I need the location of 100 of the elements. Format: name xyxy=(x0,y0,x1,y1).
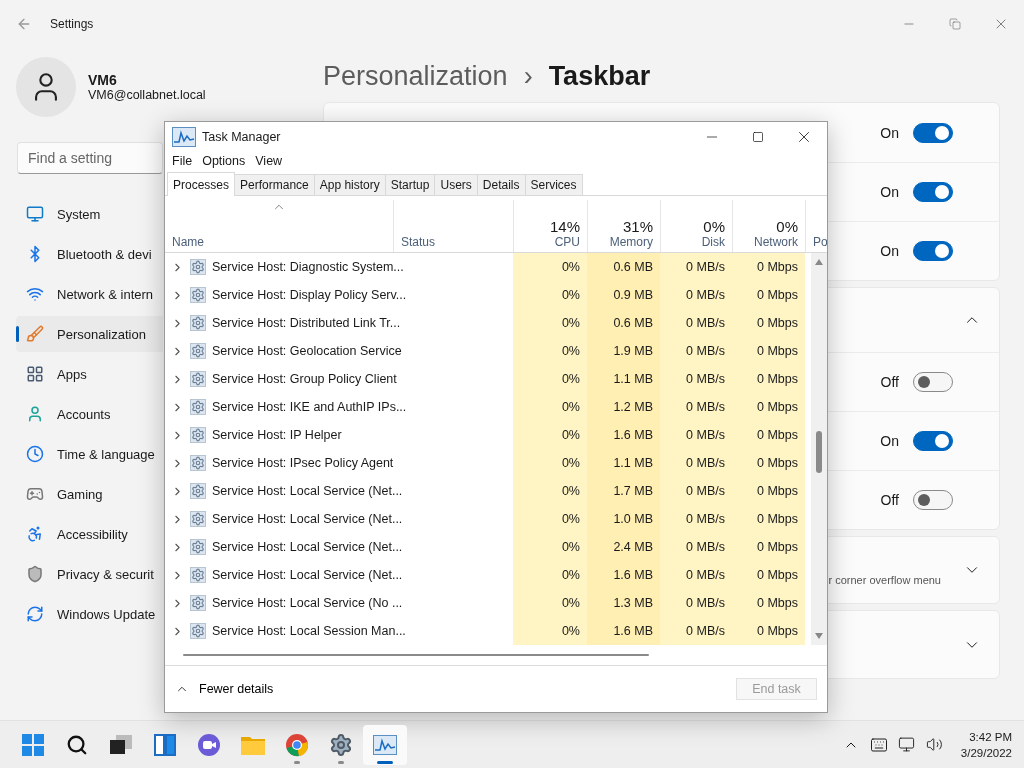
table-cell: 0% xyxy=(513,365,587,394)
table-cell: 0 MB/s xyxy=(660,477,732,506)
toggle-label: On xyxy=(880,184,899,200)
browser-icon xyxy=(285,732,309,757)
table-cell: 1.2 MB xyxy=(587,393,660,422)
table-cell: 0 MB/s xyxy=(660,533,732,562)
search-icon xyxy=(66,733,88,756)
toggle-label: On xyxy=(880,243,899,259)
gear-icon xyxy=(190,343,206,360)
process-name: Service Host: Diagnostic System... xyxy=(212,260,404,275)
gear-icon xyxy=(190,371,206,388)
tab[interactable]: Performance xyxy=(234,174,315,196)
table-cell: 1.0 MB xyxy=(587,505,660,534)
table-cell: 0% xyxy=(513,421,587,450)
table-cell: 0% xyxy=(513,281,587,310)
column-header[interactable]: 0% Network xyxy=(732,200,805,253)
column-header[interactable]: 14% CPU xyxy=(513,200,587,253)
nav-item[interactable]: Gaming xyxy=(16,476,163,512)
person-icon xyxy=(26,405,44,423)
nav-item[interactable]: System xyxy=(16,196,163,232)
nav-item[interactable]: Network & intern xyxy=(16,276,163,312)
tab[interactable]: Startup xyxy=(384,174,436,196)
process-name: Service Host: IPsec Policy Agent xyxy=(212,456,394,471)
toggle-switch[interactable] xyxy=(913,241,953,261)
wifi-icon xyxy=(26,285,44,303)
scroll-down-icon[interactable] xyxy=(814,632,824,641)
table-cell: 0.9 MB xyxy=(587,281,660,310)
folder-icon xyxy=(241,734,265,755)
gear-icon xyxy=(190,427,206,444)
brush-icon xyxy=(26,325,44,343)
process-name: Service Host: Local Service (Net... xyxy=(212,512,403,527)
video-chat-icon xyxy=(197,732,221,757)
column-header[interactable]: 0% Disk xyxy=(660,200,732,253)
nav-item[interactable]: Accounts xyxy=(16,396,163,432)
table-cell: 0 MB/s xyxy=(660,253,732,282)
menu-item[interactable]: Options xyxy=(197,153,251,168)
taskbar-button[interactable] xyxy=(363,724,407,765)
table-cell: 0 Mbps xyxy=(732,505,805,534)
widgets-icon xyxy=(154,733,176,756)
nav-item[interactable]: Bluetooth & devi xyxy=(16,236,163,272)
toggle-switch[interactable] xyxy=(913,431,953,451)
column-header[interactable]: Status xyxy=(393,200,513,253)
process-name: Service Host: Local Service (No ... xyxy=(212,596,403,611)
tab[interactable]: Details xyxy=(476,174,526,196)
toggle-switch[interactable] xyxy=(913,490,953,510)
scroll-up-icon[interactable] xyxy=(814,258,824,267)
table-cell: 0% xyxy=(513,477,587,506)
table-cell: 1.6 MB xyxy=(587,421,660,450)
table-cell: 0 Mbps xyxy=(732,533,805,562)
toggle-switch[interactable] xyxy=(913,122,953,143)
table-cell: 0.6 MB xyxy=(587,253,660,282)
nav-item[interactable]: Apps xyxy=(16,356,163,392)
table-cell: 0 Mbps xyxy=(732,477,805,506)
menu-item[interactable]: File xyxy=(167,153,198,168)
nav-item[interactable]: Privacy & securit xyxy=(16,556,163,592)
accessibility-icon xyxy=(26,525,44,543)
search-field[interactable]: Find a setting xyxy=(17,142,163,174)
user-name: VM6 xyxy=(88,72,118,88)
gear-icon xyxy=(190,511,206,528)
table-cell: 0 Mbps xyxy=(732,589,805,618)
gear-icon xyxy=(190,259,206,276)
clock[interactable]: 3:42 PM 3/29/2022 xyxy=(960,728,1012,761)
nav-item[interactable]: Accessibility xyxy=(16,516,163,552)
volume-icon[interactable] xyxy=(926,736,944,753)
table-cell: 0 MB/s xyxy=(660,281,732,310)
breadcrumb-link[interactable]: Personalization xyxy=(323,60,508,92)
nav-item[interactable]: Time & language xyxy=(16,436,163,472)
gear-icon xyxy=(190,315,206,332)
window-title: Settings xyxy=(50,17,94,31)
table-cell: 0 Mbps xyxy=(732,449,805,478)
table-cell: 0% xyxy=(513,253,587,282)
toggle-label: Off xyxy=(880,492,899,508)
maximize-icon[interactable] xyxy=(752,130,764,143)
process-name: Service Host: IKE and AuthIP IPs... xyxy=(212,400,407,415)
table-cell: 1.1 MB xyxy=(587,365,660,394)
gear-icon xyxy=(190,623,206,640)
table-cell: 0% xyxy=(513,617,587,646)
table-cell: 0 Mbps xyxy=(732,393,805,422)
menu-item[interactable]: View xyxy=(250,153,288,168)
table-cell: 0 MB/s xyxy=(660,365,732,394)
nav-item[interactable]: Windows Update xyxy=(16,596,163,632)
tab[interactable]: App history xyxy=(313,174,386,196)
fewer-details-button[interactable]: Fewer details xyxy=(175,681,274,696)
toggle-switch[interactable] xyxy=(913,372,953,392)
column-header[interactable]: Name xyxy=(165,200,393,253)
table-cell: 0 Mbps xyxy=(732,337,805,366)
tab[interactable]: Processes xyxy=(167,172,236,197)
toggle-switch[interactable] xyxy=(913,182,953,202)
toggle-label: On xyxy=(880,433,899,449)
column-header[interactable]: Po xyxy=(805,200,827,253)
keyboard-icon[interactable] xyxy=(869,735,888,754)
table-cell: 1.1 MB xyxy=(587,449,660,478)
column-header[interactable]: 31% Memory xyxy=(587,200,660,253)
table-cell: 0 MB/s xyxy=(660,505,732,534)
clock-icon xyxy=(26,445,44,463)
tab[interactable]: Users xyxy=(434,174,478,196)
process-name: Service Host: Local Service (Net... xyxy=(212,540,403,555)
tab[interactable]: Services xyxy=(524,174,583,196)
process-name: Service Host: Local Service (Net... xyxy=(212,484,403,499)
nav-item[interactable]: Personalization xyxy=(16,316,163,352)
